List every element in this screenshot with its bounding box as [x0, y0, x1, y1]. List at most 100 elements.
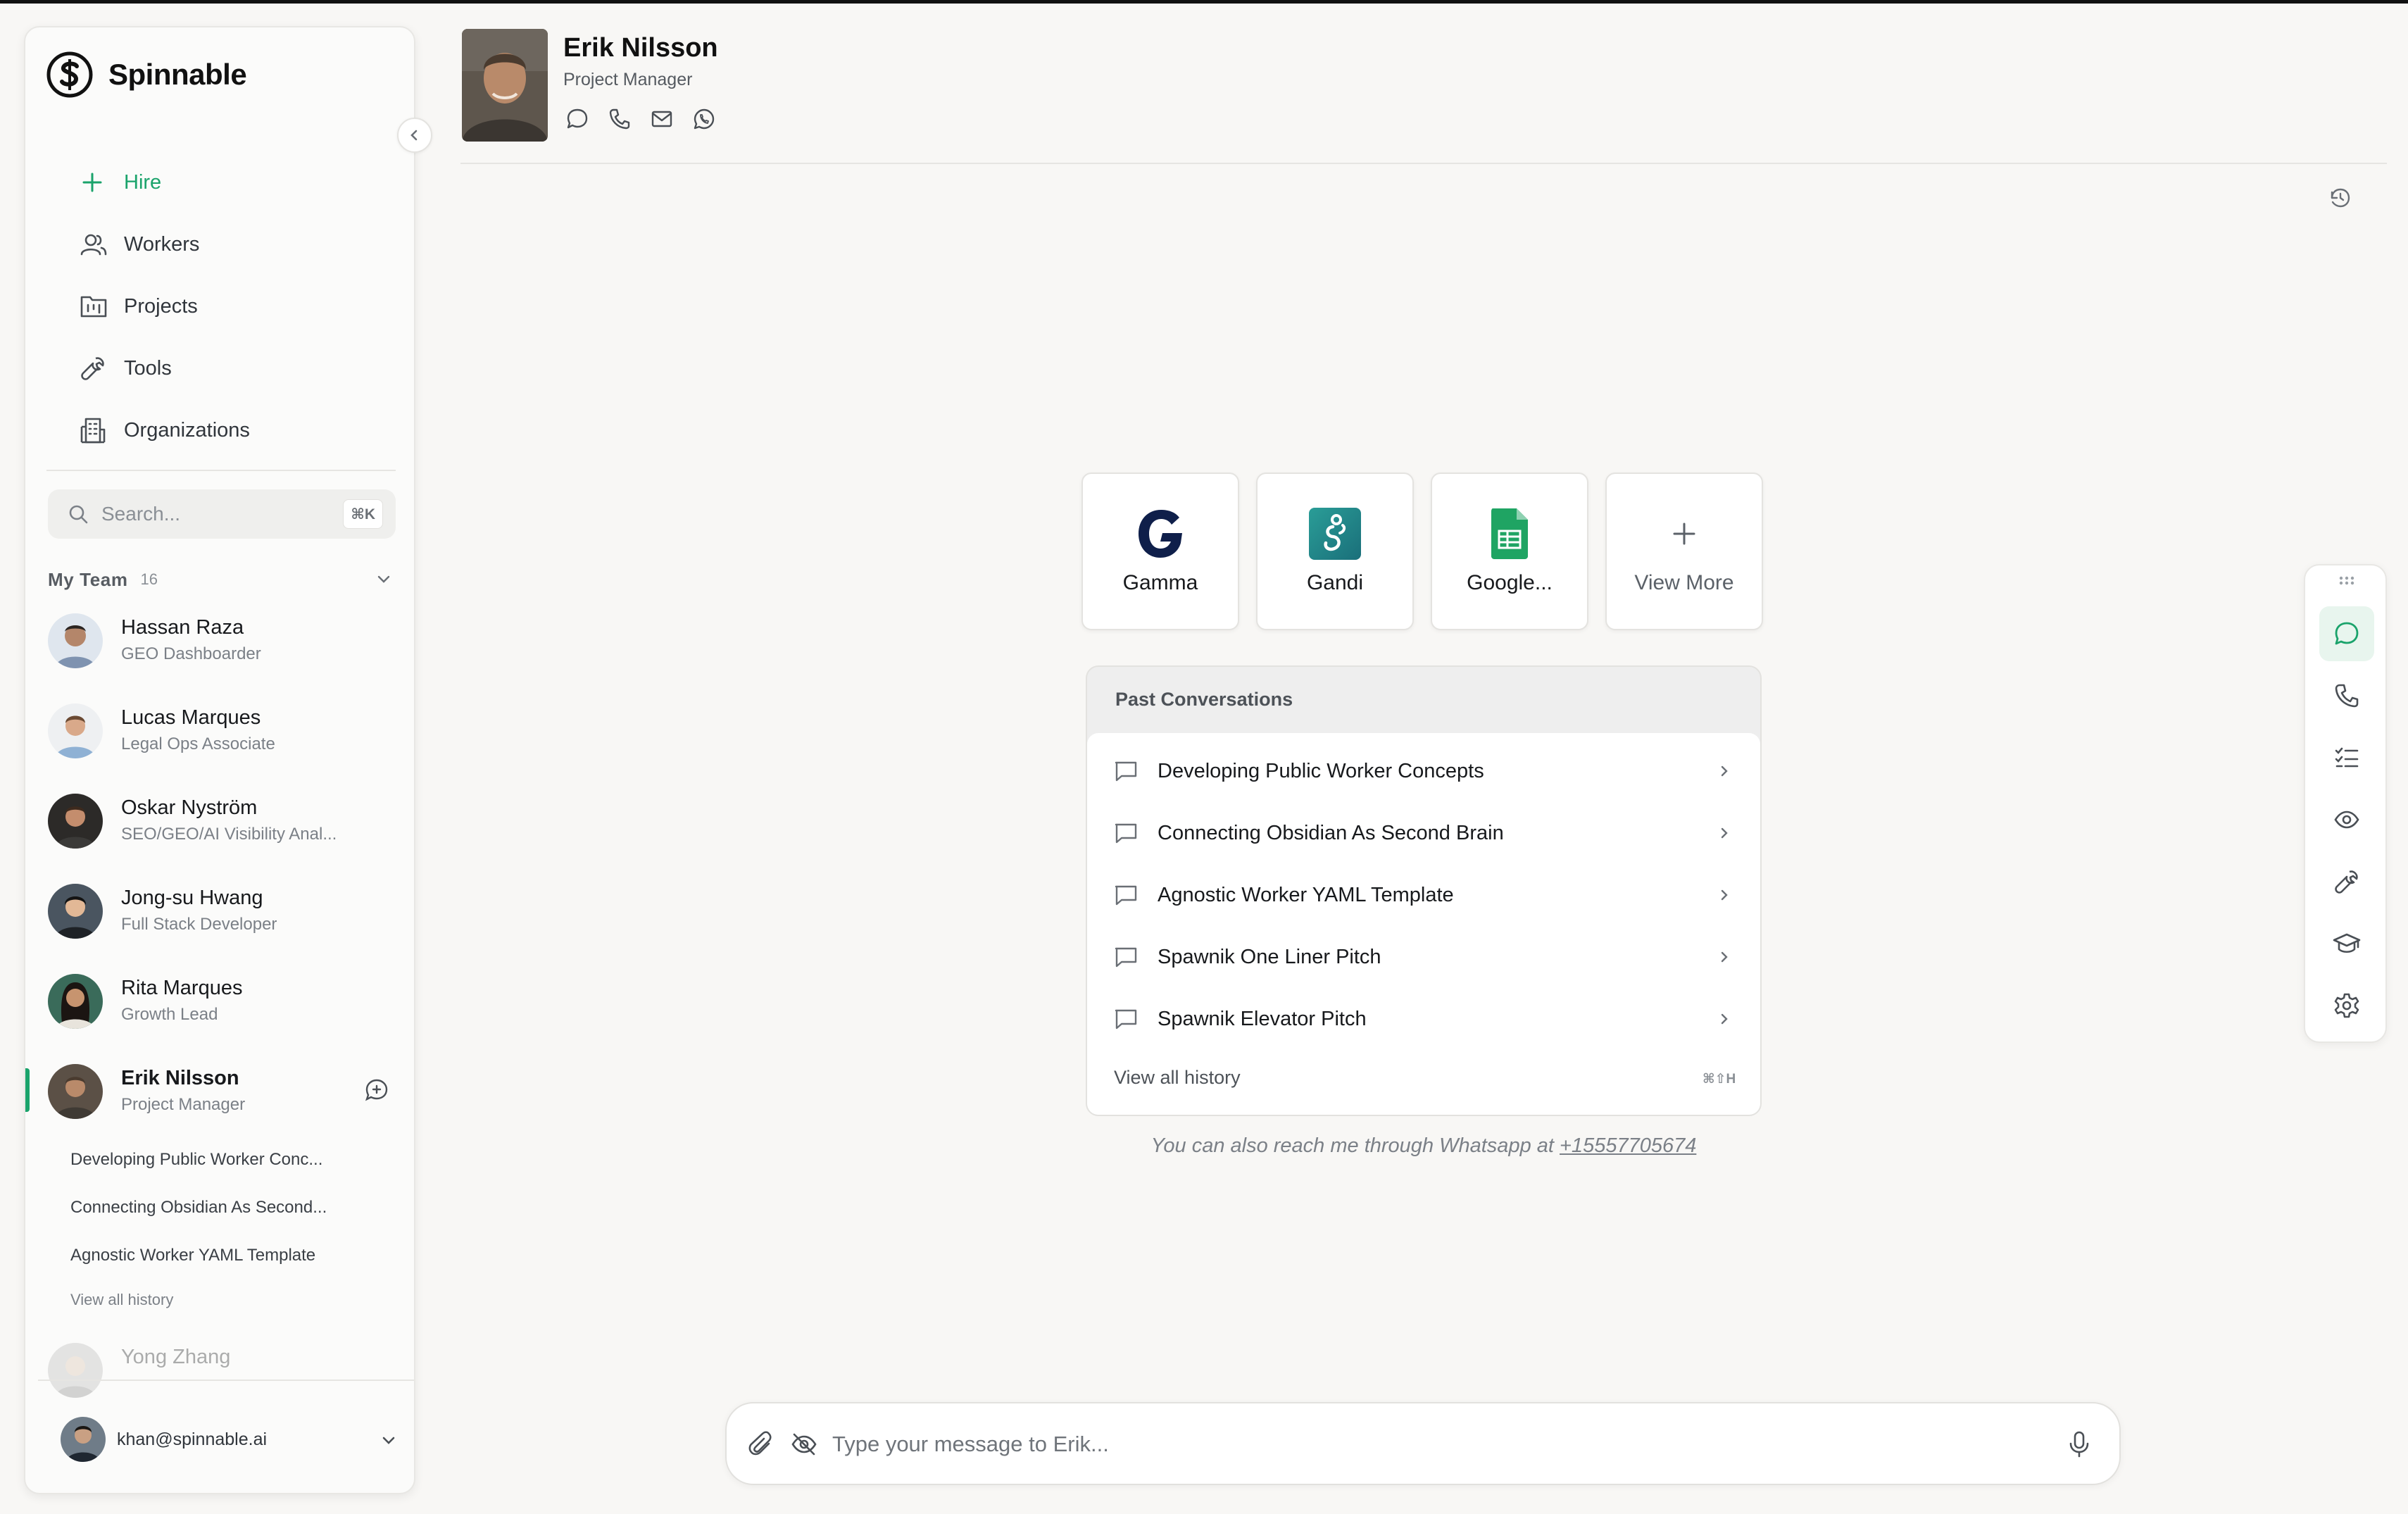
phone-icon[interactable]	[608, 108, 631, 130]
member-name: Rita Marques	[121, 977, 243, 999]
sidebar-divider	[46, 470, 396, 471]
collapse-sidebar-button[interactable]	[397, 118, 432, 153]
conversation-title: Connecting Obsidian As Second Brain	[1158, 821, 1504, 844]
tool-label: Gamma	[1122, 571, 1198, 594]
conversation-row[interactable]: Spawnik One Liner Pitch	[1087, 926, 1760, 988]
list-checks-icon	[2333, 744, 2360, 771]
avatar	[48, 1343, 103, 1398]
tool-label: View More	[1634, 571, 1734, 594]
nav-hire[interactable]: Hire	[46, 151, 399, 213]
team-member-erik-nilsson[interactable]: Erik Nilsson Project Manager	[25, 1047, 414, 1137]
chevron-right-icon	[1717, 763, 1732, 779]
team-member-lucas-marques[interactable]: Lucas Marques Legal Ops Associate	[25, 687, 414, 777]
conversation-title: Developing Public Worker Concepts	[1158, 759, 1484, 782]
member-role: Legal Ops Associate	[121, 734, 275, 753]
rail-visibility-button[interactable]	[2319, 792, 2374, 847]
team-member-yong-zhang[interactable]: Yong Zhang	[25, 1326, 414, 1416]
avatar	[48, 794, 103, 849]
whatsapp-icon[interactable]	[693, 108, 715, 130]
view-all-history-shortcut: ⌘⇧H	[1702, 1072, 1736, 1087]
conversation-row[interactable]: Agnostic Worker YAML Template	[1087, 864, 1760, 926]
past-conversations-title: Past Conversations	[1115, 688, 1293, 710]
chevron-right-icon	[1717, 887, 1732, 903]
rail-chat-button[interactable]	[2319, 606, 2374, 661]
message-input[interactable]	[832, 1425, 2001, 1464]
past-conversations-list: Developing Public Worker Concepts Connec…	[1087, 733, 1760, 1115]
chevron-down-icon[interactable]	[375, 570, 393, 588]
my-team-header[interactable]: My Team 16	[48, 565, 396, 594]
tool-label: Google...	[1467, 571, 1553, 594]
team-member-hassan-raza[interactable]: Hassan Raza GEO Dashboarder	[25, 596, 414, 687]
brand[interactable]: Spinnable	[46, 49, 247, 101]
chevron-right-icon	[1717, 1011, 1732, 1027]
message-square-icon	[1114, 822, 1138, 844]
member-name: Yong Zhang	[121, 1346, 231, 1368]
microphone-icon[interactable]	[2067, 1430, 2091, 1458]
nav-tools-label: Tools	[124, 356, 172, 380]
rail-training-button[interactable]	[2319, 916, 2374, 971]
conversation-row[interactable]: Developing Public Worker Concepts	[1087, 740, 1760, 802]
search-box[interactable]: Search... ⌘K	[48, 489, 396, 539]
chat-icon	[2333, 620, 2360, 647]
chevron-left-icon	[407, 127, 422, 143]
wrench-icon	[80, 356, 106, 381]
whatsapp-number-link[interactable]: +15557705674	[1560, 1134, 1696, 1157]
avatar	[48, 703, 103, 758]
google-sheets-icon	[1484, 508, 1536, 560]
mail-icon[interactable]	[651, 108, 673, 130]
avatar	[48, 1064, 103, 1119]
avatar	[48, 613, 103, 668]
member-role: Project Manager	[121, 1095, 246, 1114]
folder-kanban-icon	[80, 294, 107, 318]
chevron-down-icon[interactable]	[379, 1430, 399, 1450]
rail-call-button[interactable]	[2319, 668, 2374, 723]
contact-actions	[566, 108, 715, 130]
search-shortcut: ⌘K	[343, 499, 383, 529]
member-name: Lucas Marques	[121, 706, 261, 729]
new-chat-icon[interactable]	[365, 1078, 389, 1102]
tool-card-gandi[interactable]: Gandi	[1256, 473, 1414, 630]
worker-header: Erik Nilsson Project Manager	[460, 26, 2387, 164]
sidebar-conversation-item[interactable]: Agnostic Worker YAML Template	[70, 1246, 315, 1265]
nav-tools[interactable]: Tools	[46, 337, 399, 399]
tool-card-gamma[interactable]: Gamma	[1081, 473, 1239, 630]
eye-off-icon[interactable]	[790, 1430, 818, 1458]
rail-settings-button[interactable]	[2319, 978, 2374, 1033]
nav-projects[interactable]: Projects	[46, 275, 399, 337]
avatar	[48, 884, 103, 939]
rail-tasks-button[interactable]	[2319, 730, 2374, 785]
conversation-title: Agnostic Worker YAML Template	[1158, 883, 1454, 906]
nav-organizations[interactable]: Organizations	[46, 399, 399, 461]
team-member-jong-su-hwang[interactable]: Jong-su Hwang Full Stack Developer	[25, 867, 414, 957]
chevron-right-icon	[1717, 949, 1732, 965]
sidebar-view-all-history[interactable]: View all history	[70, 1291, 173, 1309]
tool-card-view-more[interactable]: View More	[1605, 473, 1763, 630]
member-name: Jong-su Hwang	[121, 887, 263, 909]
brand-name: Spinnable	[108, 58, 247, 91]
sidebar-conversation-item[interactable]: Developing Public Worker Conc...	[70, 1150, 322, 1170]
team-member-rita-marques[interactable]: Rita Marques Growth Lead	[25, 957, 414, 1047]
member-name: Oskar Nyström	[121, 796, 258, 819]
paperclip-icon[interactable]	[748, 1430, 775, 1458]
my-team-title: My Team	[48, 568, 128, 590]
wrench-icon	[2333, 868, 2360, 895]
tool-card-google-sheets[interactable]: Google...	[1431, 473, 1588, 630]
member-name: Hassan Raza	[121, 616, 244, 639]
view-all-history-link[interactable]: View all history	[1114, 1067, 1241, 1089]
team-member-oskar-nystrom[interactable]: Oskar Nyström SEO/GEO/AI Visibility Anal…	[25, 777, 414, 867]
search-placeholder: Search...	[101, 503, 181, 525]
history-icon[interactable]	[2328, 185, 2353, 211]
phone-icon	[2333, 682, 2360, 709]
drag-handle-icon[interactable]	[2338, 575, 2355, 585]
message-square-icon	[1114, 760, 1138, 782]
conversation-row[interactable]: Spawnik Elevator Pitch	[1087, 988, 1760, 1050]
chat-icon[interactable]	[566, 108, 589, 130]
conversation-row[interactable]: Connecting Obsidian As Second Brain	[1087, 802, 1760, 864]
building-icon	[80, 417, 106, 444]
rail-tools-button[interactable]	[2319, 854, 2374, 909]
sidebar: Spinnable Hire Workers Projects Tools Or…	[24, 26, 415, 1494]
gear-icon	[2333, 992, 2360, 1019]
sidebar-conversation-item[interactable]: Connecting Obsidian As Second...	[70, 1198, 327, 1218]
account-menu[interactable]: khan@spinnable.ai	[61, 1415, 399, 1464]
nav-workers[interactable]: Workers	[46, 213, 399, 275]
